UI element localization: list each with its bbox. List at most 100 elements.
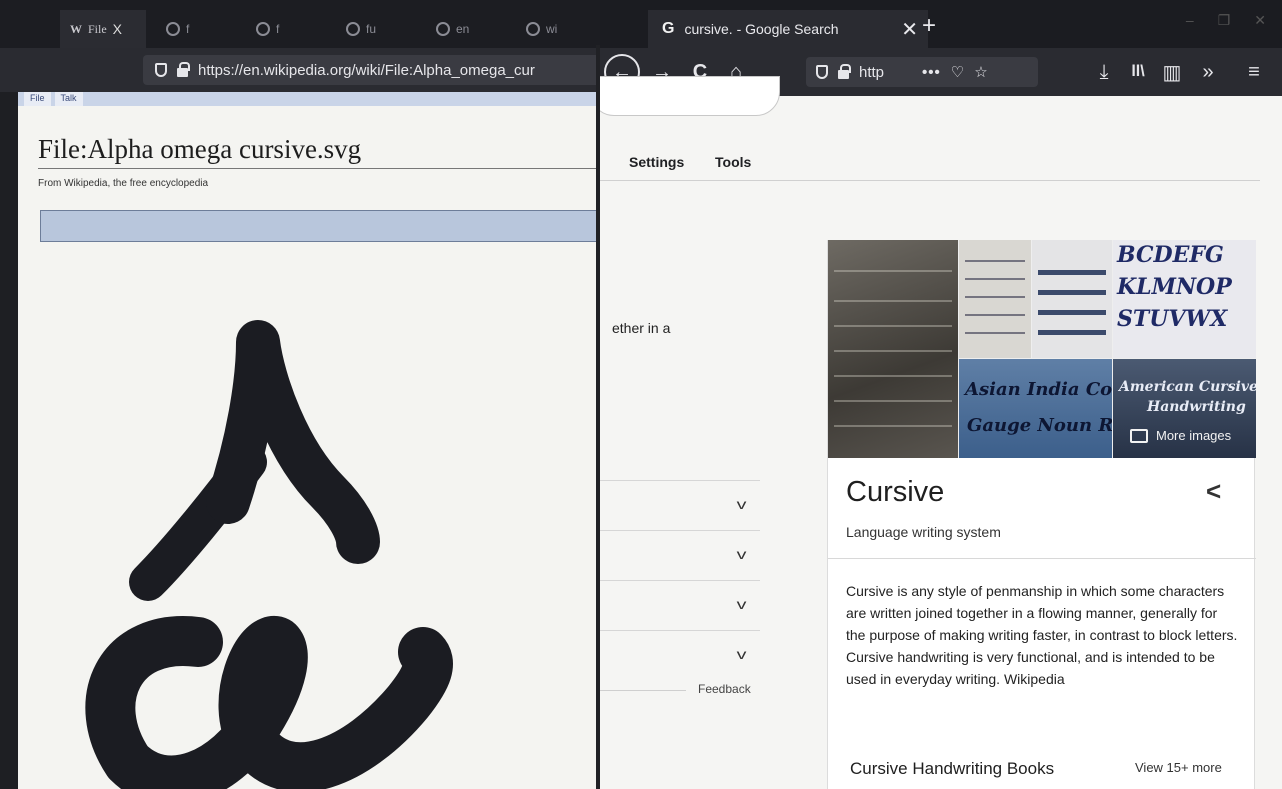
chevron-down-icon[interactable]: v — [737, 646, 747, 662]
alpha-right-stroke — [206, 320, 380, 564]
wiki-tab-talk[interactable]: Talk — [54, 92, 83, 106]
nav-divider — [600, 180, 1260, 181]
page-actions-icon[interactable]: ••• — [922, 64, 941, 81]
google-favicon-icon — [526, 22, 540, 36]
left-address-bar: https://en.wikipedia.org/wiki/File:Alpha… — [0, 48, 600, 92]
image-cursive-chart[interactable] — [959, 240, 1031, 358]
sidebar-icon[interactable]: ▥ — [1156, 56, 1188, 88]
tab-google-1[interactable]: f — [156, 10, 199, 48]
tab-google-search[interactable]: G cursive. - Google Search ✕ — [648, 10, 928, 48]
dark-script-line-1: American Cursive — [1119, 379, 1256, 395]
paa-divider — [600, 580, 760, 581]
more-images-button[interactable]: More images — [1130, 428, 1231, 443]
books-heading: Cursive Handwriting Books — [850, 759, 1055, 778]
bookmark-star-icon[interactable]: ☆ — [974, 63, 987, 81]
pocket-icon[interactable]: ♡ — [951, 63, 964, 81]
blue-script-line-2: Gauge Noun R — [967, 415, 1112, 436]
share-icon[interactable]: < — [1206, 476, 1221, 507]
paa-divider — [600, 530, 760, 531]
google-favicon-icon — [256, 22, 270, 36]
google-results-page: Settings Tools ether in a v v v v Feedba… — [600, 76, 1282, 789]
close-window-button[interactable]: ✕ — [1254, 12, 1266, 29]
tab-google-3[interactable]: fu — [336, 10, 386, 48]
tab-close-icon[interactable]: X — [113, 21, 122, 37]
overflow-chevron-icon[interactable]: » — [1192, 56, 1224, 88]
kp-divider — [828, 558, 1256, 559]
wiki-tab-file[interactable]: File — [24, 92, 51, 106]
settings-link[interactable]: Settings — [629, 154, 684, 170]
feedback-link[interactable]: Feedback — [698, 682, 751, 696]
tab-label: cursive. - Google Search — [684, 21, 839, 37]
image-blue-script[interactable]: Asian India Coco Gauge Noun R — [959, 359, 1112, 458]
new-tab-button[interactable]: + — [922, 12, 936, 40]
image-cursive-alphabet[interactable]: BCDEFG KLMNOP STUVWX — [1113, 240, 1256, 358]
tab-label: en — [456, 22, 470, 36]
alphabet-row-3: STUVWX — [1117, 306, 1228, 332]
knowledge-panel-description: Cursive is any style of penmanship in wh… — [846, 583, 1238, 687]
result-snippet: ether in a — [612, 320, 671, 336]
lock-icon[interactable] — [838, 63, 851, 79]
google-favicon-icon — [166, 22, 180, 36]
tab-wikipedia-file[interactable]: W File X — [60, 10, 146, 48]
chevron-down-icon[interactable]: v — [737, 596, 747, 612]
window-controls: – ❐ ✕ — [1186, 12, 1266, 29]
tab-label: wi — [546, 22, 558, 36]
google-favicon-icon — [436, 22, 450, 36]
tab-google-4[interactable]: en — [426, 10, 479, 48]
wikipedia-page: File Talk File:Alpha omega cursive.svg F… — [18, 92, 600, 789]
alpha-omega-cursive-image — [85, 320, 453, 789]
image-old-manuscript[interactable] — [828, 240, 958, 458]
left-tab-bar: W File X f f fu en wi — [0, 0, 600, 48]
left-url-text: https://en.wikipedia.org/wiki/File:Alpha… — [198, 61, 535, 79]
knowledge-panel-subtitle: Language writing system — [846, 524, 1001, 540]
omega-stroke — [85, 616, 453, 789]
image-icon — [1130, 428, 1148, 443]
chevron-down-icon[interactable]: v — [737, 546, 747, 562]
image-worksheet[interactable] — [1032, 240, 1112, 358]
tab-google-2[interactable]: f — [246, 10, 289, 48]
right-tab-bar: G cursive. - Google Search ✕ + – ❐ ✕ — [600, 10, 1282, 48]
search-box[interactable] — [600, 76, 780, 116]
image-collage[interactable]: BCDEFG KLMNOP STUVWX Asian India Coco Ga… — [828, 240, 1256, 458]
feedback-divider — [600, 690, 686, 691]
download-icon[interactable]: ⤓ — [1088, 56, 1120, 88]
page-subtitle: From Wikipedia, the free encyclopedia — [38, 178, 209, 189]
google-favicon-icon: G — [662, 20, 675, 37]
maximize-button[interactable]: ❐ — [1218, 12, 1231, 29]
wikipedia-favicon-icon: W — [70, 21, 82, 36]
minimize-button[interactable]: – — [1186, 12, 1194, 29]
wiki-page-tabs: File Talk — [18, 92, 600, 106]
tab-label: fu — [366, 22, 377, 36]
paa-divider — [600, 480, 760, 481]
tab-close-icon[interactable]: ✕ — [901, 17, 918, 42]
tools-link[interactable]: Tools — [715, 154, 751, 170]
alphabet-row-1: BCDEFG — [1117, 242, 1224, 268]
right-url-text: http — [859, 63, 885, 81]
view-more-link[interactable]: View 15+ more — [1135, 760, 1222, 775]
tracking-shield-icon[interactable] — [155, 63, 167, 77]
blue-script-line-1: Asian India Coco — [965, 379, 1112, 400]
title-divider — [38, 168, 598, 169]
paa-divider — [600, 630, 760, 631]
tab-label: f — [186, 22, 190, 36]
more-images-label: More images — [1156, 428, 1232, 443]
chevron-down-icon[interactable]: v — [737, 496, 747, 512]
alphabet-row-2: KLMNOP — [1117, 274, 1232, 300]
tab-label: File — [88, 21, 107, 36]
tab-label: f — [276, 22, 280, 36]
right-url-field[interactable]: http ••• ♡ ☆ — [806, 57, 1038, 87]
tab-google-5[interactable]: wi — [516, 10, 567, 48]
dark-script-line-2: Handwriting — [1147, 399, 1246, 415]
lock-icon[interactable] — [177, 61, 190, 77]
page-title: File:Alpha omega cursive.svg — [38, 134, 362, 164]
knowledge-panel: BCDEFG KLMNOP STUVWX Asian India Coco Ga… — [827, 240, 1256, 789]
google-search-window: G cursive. - Google Search ✕ + – ❐ ✕ ← →… — [600, 0, 1282, 789]
library-icon[interactable]: ll\ — [1122, 56, 1154, 88]
google-favicon-icon — [346, 22, 360, 36]
tracking-shield-icon[interactable] — [816, 65, 828, 79]
hamburger-menu-icon[interactable]: ≡ — [1238, 56, 1270, 88]
left-url-field[interactable]: https://en.wikipedia.org/wiki/File:Alpha… — [143, 55, 600, 85]
image-american-cursive[interactable]: American Cursive Handwriting — [1113, 359, 1256, 458]
wikipedia-window: W File X f f fu en wi https://en.wikiped… — [0, 0, 600, 789]
file-info-bar — [40, 210, 600, 242]
